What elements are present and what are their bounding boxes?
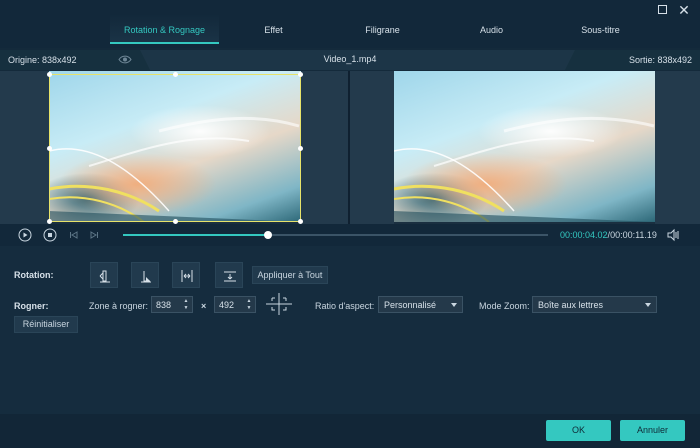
rotation-label: Rotation: (14, 270, 54, 280)
tab-bar: Rotation & Rognage Effet Filigrane Audio… (110, 14, 655, 44)
preview-right-left-margin (350, 71, 394, 224)
tab-watermark[interactable]: Filigrane (328, 14, 437, 44)
playback-controls: 00:00:04.02/00:00:11.19 (0, 224, 700, 246)
output-resolution: Sortie: 838x492 (628, 55, 692, 65)
rotate-left-button[interactable] (90, 262, 118, 288)
crop-width-stepper[interactable]: ▲ ▼ (182, 298, 190, 312)
crop-height-stepper[interactable]: ▲ ▼ (245, 298, 253, 312)
preview-left-right-margin (301, 71, 348, 224)
crop-handle-right[interactable] (298, 146, 303, 151)
crop-height-value: 492 (219, 300, 235, 310)
tab-subtitle[interactable]: Sous-titre (546, 14, 655, 44)
progress-track[interactable] (123, 231, 548, 239)
crop-height-input[interactable]: 492 ▲ ▼ (214, 296, 256, 313)
total-time: 00:00:11.19 (610, 230, 657, 240)
tab-effect[interactable]: Effet (219, 14, 328, 44)
crop-handle-top-left[interactable] (47, 72, 52, 77)
chevron-down-icon (451, 303, 457, 307)
skip-back-icon[interactable] (67, 228, 81, 242)
crop-selection-box[interactable] (49, 74, 301, 222)
crop-width-value: 838 (156, 300, 172, 310)
apply-to-all-button[interactable]: Appliquer à Tout (252, 266, 328, 284)
flip-vertical-button[interactable] (215, 262, 243, 288)
play-icon[interactable] (18, 228, 32, 242)
chevron-down-icon (645, 303, 651, 307)
zoom-mode-value: Boîte aux lettres (538, 300, 604, 310)
crop-handle-top-right[interactable] (298, 72, 303, 77)
crop-label: Rogner: (14, 301, 49, 311)
current-time: 00:00:04.02 (560, 230, 608, 240)
flip-horizontal-button[interactable] (172, 262, 200, 288)
ok-button[interactable]: OK (546, 420, 611, 441)
preview-divider (348, 71, 350, 224)
crop-area-label: Zone à rogner: (89, 301, 149, 311)
file-name: Video_1.mp4 (323, 54, 377, 64)
rotate-right-button[interactable] (131, 262, 159, 288)
preview-right-right-margin (655, 71, 700, 224)
cancel-button[interactable]: Annuler (620, 420, 685, 441)
crop-width-input[interactable]: 838 ▲ ▼ (151, 296, 193, 313)
aspect-ratio-label: Ratio d'aspect: (315, 301, 375, 311)
close-icon[interactable]: ✕ (676, 2, 692, 18)
stop-icon[interactable] (43, 228, 57, 242)
maximize-icon[interactable] (654, 2, 670, 18)
zoom-mode-label: Mode Zoom: (479, 301, 530, 311)
times-sign: × (201, 301, 207, 311)
crop-center-icon[interactable] (266, 293, 292, 315)
tab-rotation-crop[interactable]: Rotation & Rognage (110, 14, 219, 44)
preview-left-margin (0, 71, 49, 224)
reset-button[interactable]: Réinitialiser (14, 316, 78, 333)
aspect-ratio-select[interactable]: Personnalisé (378, 296, 463, 313)
progress-knob[interactable] (263, 231, 272, 239)
title-bar: Rotation & Rognage Effet Filigrane Audio… (0, 0, 700, 48)
volume-icon[interactable] (666, 228, 680, 242)
preview-info-bar: Origine: 838x492 Video_1.mp4 Sortie: 838… (0, 50, 700, 70)
aspect-ratio-value: Personnalisé (384, 300, 437, 310)
crop-handle-top[interactable] (173, 72, 178, 77)
skip-forward-icon[interactable] (87, 228, 101, 242)
output-video-frame (394, 71, 655, 222)
progress-fill (123, 234, 268, 236)
crop-handle-left[interactable] (47, 146, 52, 151)
tab-audio[interactable]: Audio (437, 14, 546, 44)
zoom-mode-select[interactable]: Boîte aux lettres (532, 296, 657, 313)
time-display: 00:00:04.02/00:00:11.19 (560, 230, 657, 240)
